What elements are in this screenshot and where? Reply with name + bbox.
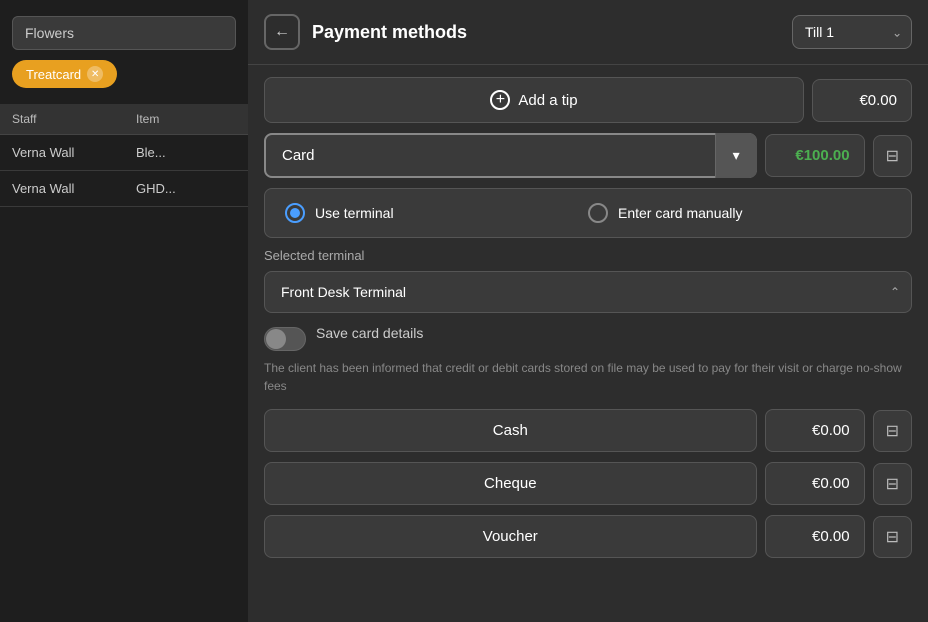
sidebar-row-item-1: Ble...	[124, 135, 248, 170]
cash-label: Cash	[493, 422, 528, 439]
sidebar-col-staff: Staff	[0, 104, 124, 135]
cheque-amount: €0.00	[765, 462, 865, 505]
sidebar-tag-remove-icon[interactable]: ✕	[87, 66, 103, 82]
terminal-section-label: Selected terminal	[264, 248, 912, 263]
use-terminal-radio-dot	[290, 208, 300, 218]
enter-manually-label: Enter card manually	[618, 205, 743, 221]
cheque-payment-row: Cheque €0.00 ⊟	[264, 462, 912, 505]
sidebar-tag-label: Treatcard	[26, 67, 81, 82]
cash-amount: €0.00	[765, 409, 865, 452]
back-icon: ←	[274, 23, 290, 41]
card-select[interactable]: Card Cash Cheque Voucher	[264, 133, 757, 178]
cheque-button[interactable]: Cheque	[264, 462, 757, 505]
terminal-select[interactable]: Front Desk Terminal Back Office Terminal	[264, 271, 912, 313]
panel-header: ← Payment methods Till 1 Till 2 Till 3	[248, 0, 928, 65]
cheque-calculator-button[interactable]: ⊟	[873, 463, 912, 505]
voucher-calculator-button[interactable]: ⊟	[873, 516, 912, 558]
voucher-label: Voucher	[483, 528, 538, 545]
cheque-calculator-icon: ⊟	[886, 474, 899, 494]
cash-calculator-button[interactable]: ⊟	[873, 410, 912, 452]
cash-payment-row: Cash €0.00 ⊟	[264, 409, 912, 452]
sidebar-row-staff-1: Verna Wall	[0, 135, 124, 170]
payment-methods-panel: ← Payment methods Till 1 Till 2 Till 3 +…	[248, 0, 928, 622]
add-tip-button[interactable]: + Add a tip	[264, 77, 804, 123]
card-payment-row: Card Cash Cheque Voucher ▾ €100.00 ⊟	[264, 133, 912, 178]
toggle-thumb	[266, 329, 286, 349]
use-terminal-radio[interactable]	[285, 203, 305, 223]
back-button[interactable]: ←	[264, 14, 300, 50]
add-tip-label: Add a tip	[518, 92, 577, 109]
sidebar-search-input[interactable]	[12, 16, 236, 50]
sidebar: Treatcard ✕ Staff Item Verna Wall Ble...…	[0, 0, 248, 622]
save-card-label: Save card details	[316, 325, 423, 341]
till-select-wrapper: Till 1 Till 2 Till 3	[792, 15, 912, 49]
voucher-button[interactable]: Voucher	[264, 515, 757, 558]
sidebar-col-item: Item	[124, 104, 248, 135]
sidebar-row-item-2: GHD...	[124, 171, 248, 206]
sidebar-row-1: Verna Wall Ble...	[0, 135, 248, 171]
panel-content: + Add a tip €0.00 Card Cash Cheque Vouch…	[248, 65, 928, 622]
add-tip-icon: +	[490, 90, 510, 110]
add-tip-amount: €0.00	[812, 79, 912, 122]
save-card-toggle[interactable]	[264, 327, 306, 351]
terminal-select-wrapper: Front Desk Terminal Back Office Terminal…	[264, 271, 912, 313]
cash-button[interactable]: Cash	[264, 409, 757, 452]
voucher-amount: €0.00	[765, 515, 865, 558]
panel-title: Payment methods	[312, 22, 780, 43]
add-tip-row: + Add a tip €0.00	[264, 77, 912, 123]
save-card-info-text: The client has been informed that credit…	[264, 359, 912, 395]
sidebar-row-2: Verna Wall GHD...	[0, 171, 248, 207]
sidebar-treatcard-tag[interactable]: Treatcard ✕	[12, 60, 117, 88]
calculator-icon: ⊟	[886, 146, 899, 166]
sidebar-row-staff-2: Verna Wall	[0, 171, 124, 206]
enter-manually-radio[interactable]	[588, 203, 608, 223]
cheque-label: Cheque	[484, 475, 537, 492]
till-select[interactable]: Till 1 Till 2 Till 3	[792, 15, 912, 49]
card-chevron-icon[interactable]: ▾	[715, 133, 757, 178]
use-terminal-option[interactable]: Use terminal	[285, 203, 588, 223]
cash-calculator-icon: ⊟	[886, 421, 899, 441]
enter-manually-option[interactable]: Enter card manually	[588, 203, 891, 223]
selected-terminal-section: Selected terminal Front Desk Terminal Ba…	[264, 248, 912, 313]
card-calculator-button[interactable]: ⊟	[873, 135, 912, 177]
sidebar-table-header: Staff Item	[0, 104, 248, 135]
save-card-toggle-row: Save card details	[264, 325, 912, 351]
card-amount: €100.00	[765, 134, 865, 177]
use-terminal-label: Use terminal	[315, 205, 394, 221]
voucher-calculator-icon: ⊟	[886, 527, 899, 547]
card-input-method-group: Use terminal Enter card manually	[264, 188, 912, 238]
voucher-payment-row: Voucher €0.00 ⊟	[264, 515, 912, 558]
card-select-wrapper: Card Cash Cheque Voucher ▾	[264, 133, 757, 178]
